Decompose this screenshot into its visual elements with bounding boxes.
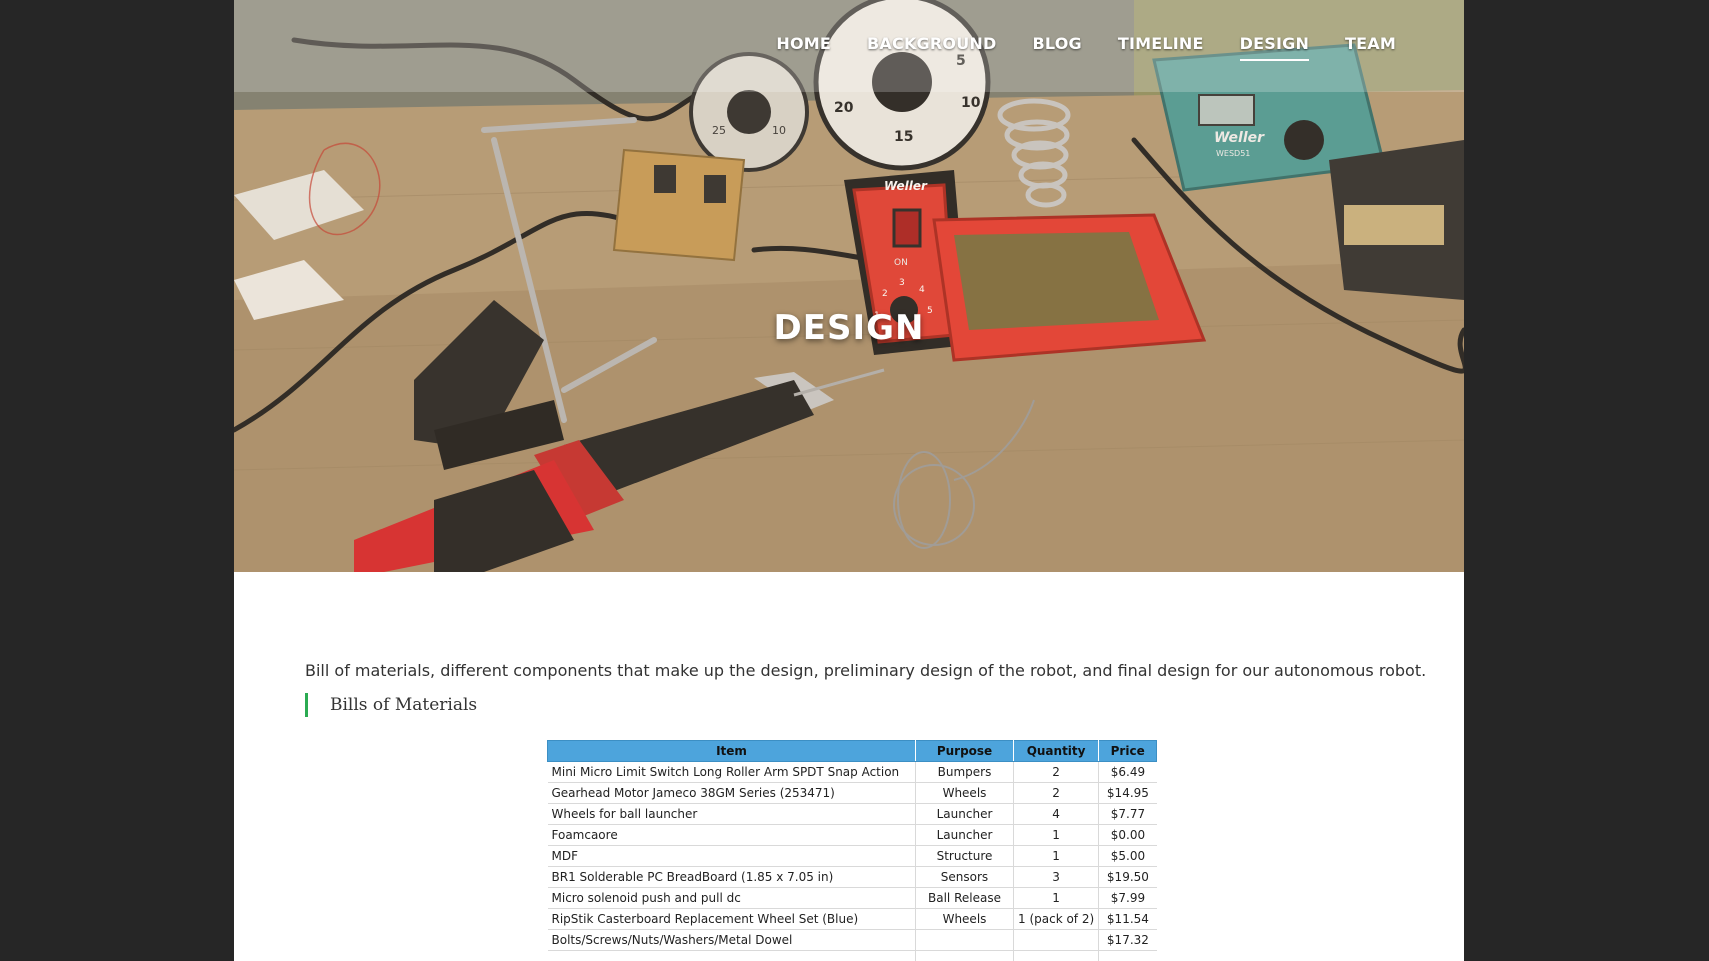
table-row: Wheels for ball launcher Launcher 4 $7.7… [547, 803, 1157, 825]
table-row: Foamcaore Launcher 1 $0.00 [547, 824, 1157, 846]
cell-item: Foamcaore [547, 824, 916, 846]
cell-purpose: Sensors [915, 866, 1014, 888]
cell-item: RipStik Casterboard Replacement Wheel Se… [547, 908, 916, 930]
cell-quantity: 2 [1013, 782, 1100, 804]
cell-purpose: Bumpers [915, 761, 1014, 783]
cell-quantity: 4 [1013, 803, 1100, 825]
cell-item: Mini Micro Limit Switch Long Roller Arm … [547, 761, 916, 783]
bill-of-materials-table: Item Purpose Quantity Price Mini Micro L… [547, 740, 1158, 961]
cell-price: $11.54 [1098, 908, 1157, 930]
cell-quantity: 1 (pack of 2) [1013, 908, 1100, 930]
table-row [547, 950, 1157, 961]
cell-quantity: 1 [1013, 845, 1100, 867]
nav-design[interactable]: DESIGN [1239, 34, 1310, 61]
table-row: MDF Structure 1 $5.00 [547, 845, 1157, 867]
nav-background[interactable]: BACKGROUND [867, 34, 996, 61]
cell-price: $5.00 [1098, 845, 1157, 867]
cell-quantity: 3 [1013, 866, 1100, 888]
header-quantity: Quantity [1012, 740, 1100, 762]
section-heading: Bills of Materials [305, 693, 477, 717]
cell-item [547, 950, 916, 961]
cell-purpose: Structure [915, 845, 1014, 867]
cell-price: $14.95 [1098, 782, 1157, 804]
table-row: Mini Micro Limit Switch Long Roller Arm … [547, 761, 1157, 783]
hero-banner: 25 10 20 5 10 15 Weller WESD51 Weller ON… [234, 0, 1464, 572]
cell-quantity: 2 [1013, 761, 1100, 783]
main-nav: HOME BACKGROUND BLOG TIMELINE DESIGN TEA… [776, 34, 1396, 61]
cell-quantity: 1 [1013, 824, 1100, 846]
table-row: BR1 Solderable PC BreadBoard (1.85 x 7.0… [547, 866, 1157, 888]
cell-price: $19.50 [1098, 866, 1157, 888]
page-title: DESIGN [773, 308, 925, 348]
cell-price: $17.32 [1098, 929, 1157, 951]
nav-blog[interactable]: BLOG [1032, 34, 1081, 61]
cell-item: BR1 Solderable PC BreadBoard (1.85 x 7.0… [547, 866, 916, 888]
cell-price: $7.99 [1098, 887, 1157, 909]
nav-home[interactable]: HOME [776, 34, 831, 61]
cell-item: MDF [547, 845, 916, 867]
header-purpose: Purpose [915, 740, 1014, 762]
nav-team[interactable]: TEAM [1345, 34, 1396, 61]
cell-price: $6.49 [1098, 761, 1157, 783]
cell-price [1098, 950, 1157, 961]
cell-item: Micro solenoid push and pull dc [547, 887, 916, 909]
cell-purpose [915, 929, 1014, 951]
cell-quantity [1013, 929, 1100, 951]
table-header-row: Item Purpose Quantity Price [547, 740, 1158, 762]
cell-purpose: Launcher [915, 824, 1014, 846]
table-row: Gearhead Motor Jameco 38GM Series (25347… [547, 782, 1157, 804]
cell-purpose: Wheels [915, 908, 1014, 930]
header-price: Price [1098, 740, 1158, 762]
cell-quantity: 1 [1013, 887, 1100, 909]
cell-price: $0.00 [1098, 824, 1157, 846]
cell-quantity [1013, 950, 1100, 961]
cell-item: Bolts/Screws/Nuts/Washers/Metal Dowel [547, 929, 916, 951]
cell-purpose: Ball Release [915, 887, 1014, 909]
nav-timeline[interactable]: TIMELINE [1118, 34, 1204, 61]
cell-purpose [915, 950, 1014, 961]
cell-purpose: Launcher [915, 803, 1014, 825]
cell-item: Wheels for ball launcher [547, 803, 916, 825]
cell-price: $7.77 [1098, 803, 1157, 825]
header-item: Item [547, 740, 916, 762]
table-row: Micro solenoid push and pull dc Ball Rel… [547, 887, 1157, 909]
cell-purpose: Wheels [915, 782, 1014, 804]
table-row: Bolts/Screws/Nuts/Washers/Metal Dowel $1… [547, 929, 1157, 951]
intro-paragraph: Bill of materials, different components … [305, 661, 1427, 680]
cell-item: Gearhead Motor Jameco 38GM Series (25347… [547, 782, 916, 804]
table-row: RipStik Casterboard Replacement Wheel Se… [547, 908, 1157, 930]
page: 25 10 20 5 10 15 Weller WESD51 Weller ON… [234, 0, 1464, 961]
